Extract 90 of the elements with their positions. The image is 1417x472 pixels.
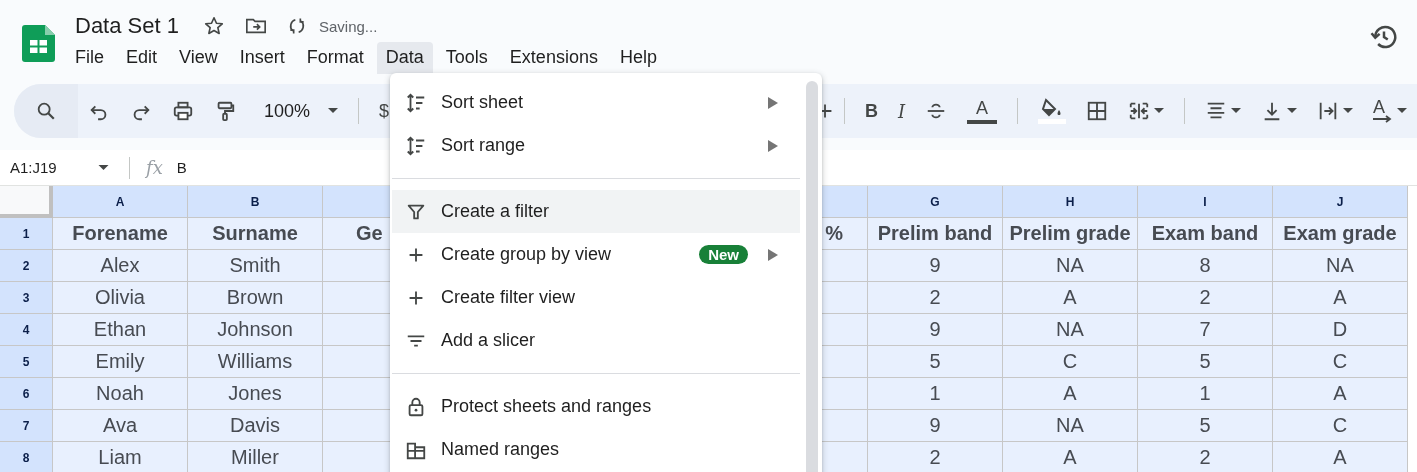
menu-item[interactable]: Help [610, 42, 666, 74]
table-cell: 7 [1138, 314, 1273, 346]
table-cell: NA [1273, 250, 1408, 282]
header-cell: Exam grade [1273, 218, 1408, 250]
menu-item[interactable]: Format [297, 42, 373, 74]
menu-option[interactable]: Named ranges [390, 428, 800, 471]
table-cell: 9 [868, 250, 1003, 282]
header-cell: Surname [188, 218, 323, 250]
italic-button[interactable]: I [897, 100, 905, 122]
table-cell: Davis [188, 410, 323, 442]
menu-item[interactable]: View [170, 42, 227, 74]
table-cell: C [1273, 346, 1408, 378]
table-cell: C [1003, 346, 1138, 378]
column-header[interactable]: G [868, 186, 1003, 218]
table-cell: Alex [53, 250, 188, 282]
table-cell: Olivia [53, 282, 188, 314]
new-badge: New [699, 245, 748, 264]
menu-item[interactable]: Data [376, 42, 433, 74]
table-cell: 2 [868, 282, 1003, 314]
header-cell: Exam band [1138, 218, 1273, 250]
table-cell: 5 [1138, 346, 1273, 378]
table-cell: Emily [53, 346, 188, 378]
formula-input[interactable]: B [176, 159, 187, 176]
table-cell: A [1003, 282, 1138, 314]
table-cell: A [1003, 378, 1138, 410]
function-label: fx [146, 157, 163, 178]
column-header[interactable]: I [1138, 186, 1273, 218]
table-cell: 9 [868, 314, 1003, 346]
table-cell: 5 [868, 346, 1003, 378]
table-cell: D [1273, 314, 1408, 346]
row-number[interactable]: 2 [0, 250, 53, 282]
table-cell: C [1273, 410, 1408, 442]
row-number[interactable]: 1 [0, 218, 53, 250]
currency-button[interactable]: $ [379, 100, 390, 122]
table-cell: Jones [188, 378, 323, 410]
name-box[interactable]: A1:J19 [10, 159, 98, 176]
table-cell: A [1273, 442, 1408, 472]
table-cell: Noah [53, 378, 188, 410]
table-cell: 2 [1138, 282, 1273, 314]
table-cell: 9 [868, 410, 1003, 442]
row-number[interactable]: 8 [0, 442, 53, 472]
menu-item[interactable]: Tools [436, 42, 497, 74]
table-cell: A [1273, 378, 1408, 410]
text-color-button[interactable]: A [967, 98, 997, 124]
document-title[interactable]: Data Set 1 [75, 13, 179, 39]
column-header[interactable]: J [1273, 186, 1408, 218]
zoom-dropdown[interactable]: 100% [264, 100, 339, 122]
table-cell: 2 [1138, 442, 1273, 472]
menu-option[interactable]: Create a filter [392, 190, 800, 233]
menu-item[interactable]: Edit [117, 42, 167, 74]
table-cell: 5 [1138, 410, 1273, 442]
table-cell: 1 [1138, 378, 1273, 410]
menu-option[interactable]: Add a slicer [390, 319, 800, 362]
header-cell: Forename [53, 218, 188, 250]
table-cell: 1 [868, 378, 1003, 410]
table-cell: Brown [188, 282, 323, 314]
row-number[interactable]: 5 [0, 346, 53, 378]
bold-button[interactable]: B [864, 100, 878, 122]
menu-option[interactable]: Sort range [390, 124, 800, 167]
table-cell: Miller [188, 442, 323, 472]
table-cell: Williams [188, 346, 323, 378]
menu-option[interactable]: Protect sheets and ranges [390, 385, 800, 428]
row-number[interactable]: 3 [0, 282, 53, 314]
table-cell: 2 [868, 442, 1003, 472]
table-cell: Ava [53, 410, 188, 442]
table-cell: A [1003, 442, 1138, 472]
table-cell: Johnson [188, 314, 323, 346]
table-cell: A [1273, 282, 1408, 314]
menu-option[interactable]: Create filter view [390, 276, 800, 319]
header-cell: Prelim band [868, 218, 1003, 250]
header-cell: Prelim grade [1003, 218, 1138, 250]
column-header[interactable]: A [53, 186, 188, 218]
table-cell: NA [1003, 314, 1138, 346]
row-number[interactable]: 7 [0, 410, 53, 442]
menu-option[interactable]: Sort sheet [390, 81, 800, 124]
column-header[interactable]: H [1003, 186, 1138, 218]
table-cell: NA [1003, 250, 1138, 282]
table-cell: 8 [1138, 250, 1273, 282]
row-number[interactable]: 4 [0, 314, 53, 346]
column-header[interactable]: B [188, 186, 323, 218]
row-number[interactable]: 6 [0, 378, 53, 410]
table-cell: Ethan [53, 314, 188, 346]
table-cell: NA [1003, 410, 1138, 442]
table-cell: Smith [188, 250, 323, 282]
menu-item[interactable]: File [66, 42, 113, 74]
menu-item[interactable]: Insert [230, 42, 294, 74]
table-cell: Liam [53, 442, 188, 472]
saving-status: Saving... [318, 17, 378, 35]
text-rotation-button[interactable]: A [1373, 99, 1393, 123]
menu-item[interactable]: Extensions [500, 42, 607, 74]
